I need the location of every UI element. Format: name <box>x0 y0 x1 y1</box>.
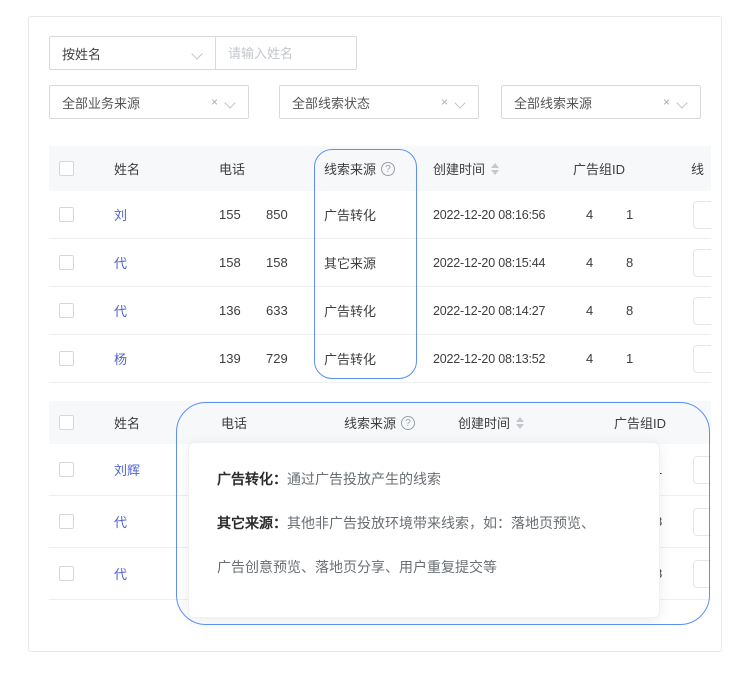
col-name: 姓名 <box>114 416 141 431</box>
search-field-select[interactable]: 按姓名 <box>49 36 216 70</box>
select-all-checkbox[interactable] <box>59 160 74 176</box>
lead-status-select[interactable] <box>693 507 711 536</box>
phone-part: 139 <box>219 351 241 366</box>
lead-source-value: 其它来源 <box>324 256 377 271</box>
filter-lead-status[interactable]: 全部线索状态 × <box>279 85 479 119</box>
col-created: 创建时间 <box>458 401 525 444</box>
phone-part: 633 <box>266 303 288 318</box>
lead-source-value: 广告转化 <box>324 304 377 319</box>
adgroup-id: 4 <box>586 255 594 270</box>
search-filter-group: 按姓名 <box>49 36 357 70</box>
row-checkbox[interactable] <box>59 302 74 318</box>
lead-name-link[interactable]: 代 <box>114 239 127 286</box>
lead-name-link[interactable]: 代 <box>114 287 127 334</box>
lead-name-link[interactable]: 代 <box>114 496 127 547</box>
page: 按姓名 全部业务来源 × 全部线索状态 × 全部线索来源 × <box>0 0 752 679</box>
adgroup-id: 4 <box>586 351 594 366</box>
chevron-down-icon <box>678 97 688 107</box>
sort-icon[interactable] <box>516 416 525 429</box>
adgroup-id: 4 <box>586 207 594 222</box>
col-phone: 电话 <box>221 416 248 431</box>
table-header: 姓名 电话 线索来源 创建时间 广告组ID 线 <box>49 146 711 191</box>
col-phone: 电话 <box>219 162 246 177</box>
row-checkbox[interactable] <box>59 513 74 529</box>
row-checkbox[interactable] <box>59 461 74 477</box>
table-row: 代 136 633 广告转化 2022-12-20 08:14:27 4 8 <box>49 287 711 335</box>
lead-status-select[interactable] <box>693 344 711 373</box>
filter-tag-label: 全部业务来源 <box>62 95 141 111</box>
lead-status-select[interactable] <box>693 296 711 325</box>
filter-lead-source[interactable]: 全部线索来源 × <box>501 85 701 119</box>
table-row: 刘 155 850 广告转化 2022-12-20 08:16:56 4 1 <box>49 191 711 239</box>
search-field-value: 按姓名 <box>62 46 102 62</box>
lead-status-select[interactable] <box>693 559 711 588</box>
phone-part: 155 <box>219 207 241 222</box>
leads-table-1: 姓名 电话 线索来源 创建时间 广告组ID 线 刘 155 850 广告转化 2… <box>49 146 711 401</box>
phone-part: 158 <box>266 255 288 270</box>
lead-name-link[interactable]: 刘 <box>114 191 127 238</box>
question-circle-icon[interactable] <box>401 415 416 430</box>
filter-business-source[interactable]: 全部业务来源 × <box>49 85 249 119</box>
sort-icon[interactable] <box>491 162 500 175</box>
clear-tag-icon[interactable]: × <box>441 95 448 109</box>
col-name: 姓名 <box>114 162 141 177</box>
chevron-down-icon <box>193 48 203 58</box>
tooltip-line: 广告转化：通过广告投放产生的线索 <box>217 471 441 487</box>
phone-part: 136 <box>219 303 241 318</box>
row-checkbox[interactable] <box>59 206 74 222</box>
created-time: 2022-12-20 08:15:44 <box>433 255 546 270</box>
lead-source-value: 广告转化 <box>324 352 377 367</box>
col-source: 线索来源 <box>344 401 416 444</box>
col-lead-status: 线 <box>691 162 705 177</box>
ad-id: 1 <box>626 351 634 366</box>
table-row: 代 158 158 其它来源 2022-12-20 08:15:44 4 8 <box>49 239 711 287</box>
row-checkbox[interactable] <box>59 565 74 581</box>
phone-part: 850 <box>266 207 288 222</box>
tooltip-line: 广告创意预览、落地页分享、用户重复提交等 <box>217 559 497 575</box>
search-input[interactable] <box>216 36 357 70</box>
lead-name-link[interactable]: 刘辉 <box>114 444 140 495</box>
select-all-checkbox[interactable] <box>59 414 74 430</box>
created-time: 2022-12-20 08:14:27 <box>433 303 546 318</box>
col-source: 线索来源 <box>324 146 396 191</box>
lead-name-link[interactable]: 代 <box>114 548 127 599</box>
lead-source-value: 广告转化 <box>324 208 377 223</box>
chevron-down-icon <box>456 97 466 107</box>
row-checkbox[interactable] <box>59 350 74 366</box>
adgroup-id: 4 <box>586 303 594 318</box>
phone-part: 729 <box>266 351 288 366</box>
lead-status-select[interactable] <box>693 248 711 277</box>
clear-tag-icon[interactable]: × <box>211 95 218 109</box>
tooltip-line: 其它来源：其他非广告投放环境带来线索，如：落地页预览、 <box>217 515 595 531</box>
lead-name-link[interactable]: 杨 <box>114 335 127 382</box>
lead-status-select[interactable] <box>693 455 711 484</box>
table-header: 姓名 电话 线索来源 创建时间 广告组ID <box>49 401 711 444</box>
col-adgroup-id: 广告组ID <box>573 162 626 177</box>
created-time: 2022-12-20 08:13:52 <box>433 351 546 366</box>
ad-id: 8 <box>626 303 634 318</box>
filter-tag-label: 全部线索状态 <box>292 95 371 111</box>
created-time: 2022-12-20 08:16:56 <box>433 207 546 222</box>
ad-id: 8 <box>626 255 634 270</box>
filter-tag-label: 全部线索来源 <box>514 95 593 111</box>
table-row: 杨 139 729 广告转化 2022-12-20 08:13:52 4 1 <box>49 335 711 383</box>
clear-tag-icon[interactable]: × <box>663 95 670 109</box>
chevron-down-icon <box>226 97 236 107</box>
col-adgroup-id: 广告组ID <box>614 416 667 431</box>
question-circle-icon[interactable] <box>381 161 396 176</box>
lead-source-tooltip: 广告转化：通过广告投放产生的线索 其它来源：其他非广告投放环境带来线索，如：落地… <box>188 442 660 618</box>
phone-part: 158 <box>219 255 241 270</box>
ad-id: 1 <box>626 207 634 222</box>
row-checkbox[interactable] <box>59 254 74 270</box>
col-created: 创建时间 <box>433 146 500 191</box>
lead-status-select[interactable] <box>693 200 711 229</box>
